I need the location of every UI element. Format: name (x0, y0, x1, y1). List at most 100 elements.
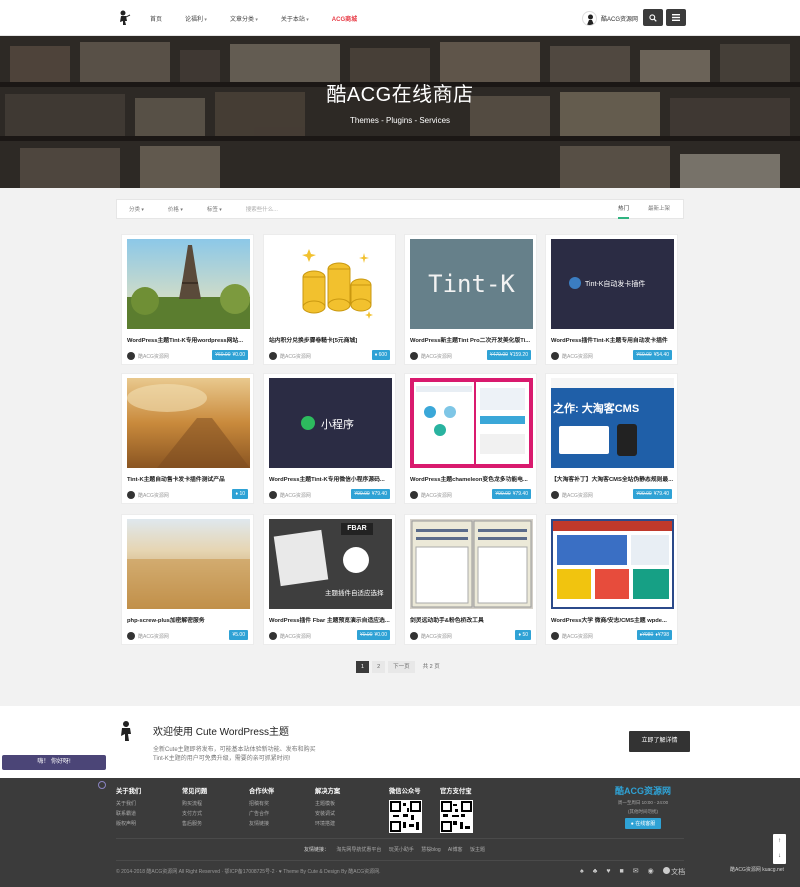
friend-link[interactable]: AI博客 (448, 847, 463, 853)
product-card[interactable]: php-screw-plus加密解密服务 酷ACG资源网 ¥5.00 (121, 514, 254, 645)
product-card[interactable]: WordPress主题Tint-K专用wordpress网站... 酷ACG资源… (121, 234, 254, 365)
product-title[interactable]: WordPress插件 Fbar 主题预览演示自适应选... (269, 615, 392, 624)
nav-item-categories[interactable]: 文章分类 (230, 14, 258, 23)
mail-icon[interactable]: ✉ (633, 868, 639, 876)
friend-link[interactable]: 玩芙小助手 (389, 847, 414, 853)
product-card[interactable]: FBAR 主题插件自适应选择 WordPress插件 Fbar 主题预览演示自适… (263, 514, 396, 645)
product-card[interactable]: Tint-K自动发卡插件 WordPress插件Tint-K主题专用自动发卡插件… (545, 234, 678, 365)
product-title[interactable]: Tint-K主题自动售卡发卡插件测试产品 (127, 474, 250, 483)
price-filter[interactable]: 价格 (168, 205, 183, 213)
footer-link[interactable]: 版权声明 (116, 820, 141, 827)
page-1-button[interactable]: 1 (356, 661, 370, 673)
menu-button[interactable] (666, 9, 686, 26)
product-author: 酷ACG资源网 (127, 491, 169, 499)
footer-link[interactable]: 安装调试 (315, 810, 340, 817)
product-card[interactable]: Tint-K WordPress新主题Tint Pro二次开发美化版Ti... … (404, 234, 537, 365)
product-thumbnail[interactable] (410, 378, 533, 468)
product-card[interactable]: 之作: 大淘客CMS 【大淘客补丁】大淘客CMS全站伪静态规则最... 酷ACG… (545, 373, 678, 504)
footer-link[interactable]: 购买流程 (182, 800, 207, 807)
product-thumbnail[interactable]: 之作: 大淘客CMS (551, 378, 674, 468)
product-thumbnail[interactable] (269, 239, 392, 329)
footer-column-about: 关于我们 关于我们 联系霸道 版权声明 (116, 788, 142, 827)
search-input[interactable]: 搜索些什么... (246, 205, 278, 213)
chat-widget-icon[interactable] (98, 781, 106, 789)
product-title[interactable]: 站内积分兑换步骤卷糙卡[5元商城] (269, 335, 392, 344)
price-badge: ¥5.00 (229, 630, 248, 640)
footer-link[interactable]: 环境搭建 (315, 820, 340, 827)
author-avatar (410, 491, 418, 499)
footer-link[interactable]: 售后服务 (182, 820, 207, 827)
next-page-button[interactable]: 下一页 (388, 661, 415, 673)
product-thumbnail[interactable] (410, 519, 533, 609)
product-thumbnail[interactable] (127, 519, 250, 609)
product-card[interactable]: Tint-K主题自动售卡发卡插件测试产品 酷ACG资源网 ♦ 10 (121, 373, 254, 504)
online-service-button[interactable]: ● 在线客服 (624, 818, 662, 829)
footer-link[interactable]: 关于我们 (116, 800, 141, 807)
product-card[interactable]: 剑灵远动助手&粉色桥改工具 酷ACG资源网 ♦ 50 (404, 514, 537, 645)
product-title[interactable]: php-screw-plus加密解密服务 (127, 615, 250, 624)
site-logo[interactable] (118, 10, 132, 26)
nav-item-shop[interactable]: ACG商城 (332, 14, 357, 23)
promo-text-line1: 全新Cute主题即将发布，可能基本站体验新功能、发布和购买 (153, 747, 316, 753)
social-links: ♠ ♣ ♥ ■ ✉ ◉ 文档 (580, 867, 703, 877)
greeting-toast[interactable]: 嗨！ 你好呀! (2, 755, 106, 770)
footer-link[interactable]: 主题模板 (315, 800, 340, 807)
product-thumbnail[interactable] (127, 378, 250, 468)
learn-more-button[interactable]: 立即了解详情 (629, 731, 690, 752)
product-card[interactable]: WordPress主题chameleon变色龙多功能电... 酷ACG资源网 ¥… (404, 373, 537, 504)
product-thumbnail[interactable] (551, 519, 674, 609)
product-title[interactable]: WordPress主题Tint-K专用微信小程序源码... (269, 474, 392, 483)
friend-links: 友情链接： 淘先网导航优惠平台 玩芙小助手 慧桜blog AI博客 饭主题 (304, 847, 485, 853)
lang-switch[interactable]: 文档 (662, 867, 694, 877)
product-thumbnail[interactable] (127, 239, 250, 329)
product-thumbnail[interactable]: Tint-K (410, 239, 533, 329)
sort-popular[interactable]: 热门 (618, 200, 630, 219)
service-note: (其他时间勿扰) (628, 809, 658, 814)
nav-item-about[interactable]: 关于本站 (281, 14, 309, 23)
product-card[interactable]: WordPress大学 微商/安志/CMS主题 wpde... 酷ACG资源网 … (545, 514, 678, 645)
category-filter[interactable]: 分类 (129, 205, 144, 213)
footer-link[interactable]: 友情链接 (249, 820, 274, 827)
footer-link[interactable]: 支付方式 (182, 810, 207, 817)
product-title[interactable]: WordPress主题Tint-K专用wordpress网站... (127, 335, 250, 344)
page-2-button[interactable]: 2 (372, 661, 386, 673)
weibo-icon[interactable]: ♣ (593, 868, 598, 876)
rss-icon[interactable]: ◉ (648, 868, 654, 876)
product-card[interactable]: 站内积分兑换步骤卷糙卡[5元商城] 酷ACG资源网 ♦ 600 (263, 234, 396, 365)
nav-item-home[interactable]: 首页 (150, 14, 162, 23)
product-thumbnail[interactable]: 小程序 (269, 378, 392, 468)
sort-newest[interactable]: 最新上架 (648, 200, 670, 219)
douban-icon[interactable]: ■ (619, 868, 623, 876)
promo-text-line2: Tint-K主题的用户可免费升级，需要的亲可抓紧时间! (153, 756, 291, 762)
user-menu[interactable]: 酷ACG资源网 (582, 10, 638, 26)
product-title[interactable]: WordPress大学 微商/安志/CMS主题 wpde... (551, 615, 674, 624)
scroll-up-icon[interactable]: ↑ (773, 834, 786, 849)
qq-icon[interactable]: ♠ (580, 868, 584, 876)
author-avatar (127, 632, 135, 640)
friend-link[interactable]: 饭主题 (470, 847, 485, 853)
pagination: 1 2 下一页 共 2 页 (356, 661, 448, 673)
footer-link[interactable]: 联系霸道 (116, 810, 141, 817)
product-card[interactable]: 小程序 WordPress主题Tint-K专用微信小程序源码... 酷ACG资源… (263, 373, 396, 504)
footer-wechat: 微信公众号 (389, 786, 422, 833)
friend-link[interactable]: 慧桜blog (421, 847, 440, 853)
page-total: 共 2 页 (422, 664, 440, 670)
product-title[interactable]: WordPress主题chameleon变色龙多功能电... (410, 474, 533, 483)
nav-item-welfare[interactable]: 论福利 (185, 14, 207, 23)
price-badge: ¥99.00 ¥79.40 (633, 489, 672, 499)
footer-link[interactable]: 招稿有奖 (249, 800, 274, 807)
copyright: © 2014-2018 酷ACG资源网 All Right Reserved ·… (116, 869, 381, 875)
product-title[interactable]: WordPress新主题Tint Pro二次开发美化版Ti... (410, 335, 533, 344)
tag-filter[interactable]: 标签 (207, 205, 222, 213)
friend-link[interactable]: 淘先网导航优惠平台 (336, 847, 381, 853)
search-button[interactable] (643, 9, 663, 26)
wechat-icon[interactable]: ♥ (606, 868, 610, 876)
product-title[interactable]: 剑灵远动助手&粉色桥改工具 (410, 615, 533, 624)
product-title[interactable]: WordPress插件Tint-K主题专用自动发卡插件 (551, 335, 674, 344)
product-author: 酷ACG资源网 (269, 632, 311, 640)
product-title[interactable]: 【大淘客补丁】大淘客CMS全站伪静态规则最... (551, 474, 674, 483)
product-thumbnail[interactable]: FBAR 主题插件自适应选择 (269, 519, 392, 609)
product-thumbnail[interactable]: Tint-K自动发卡插件 (551, 239, 674, 329)
scroll-down-icon[interactable]: ↓ (773, 849, 786, 864)
footer-link[interactable]: 广告合作 (249, 810, 274, 817)
